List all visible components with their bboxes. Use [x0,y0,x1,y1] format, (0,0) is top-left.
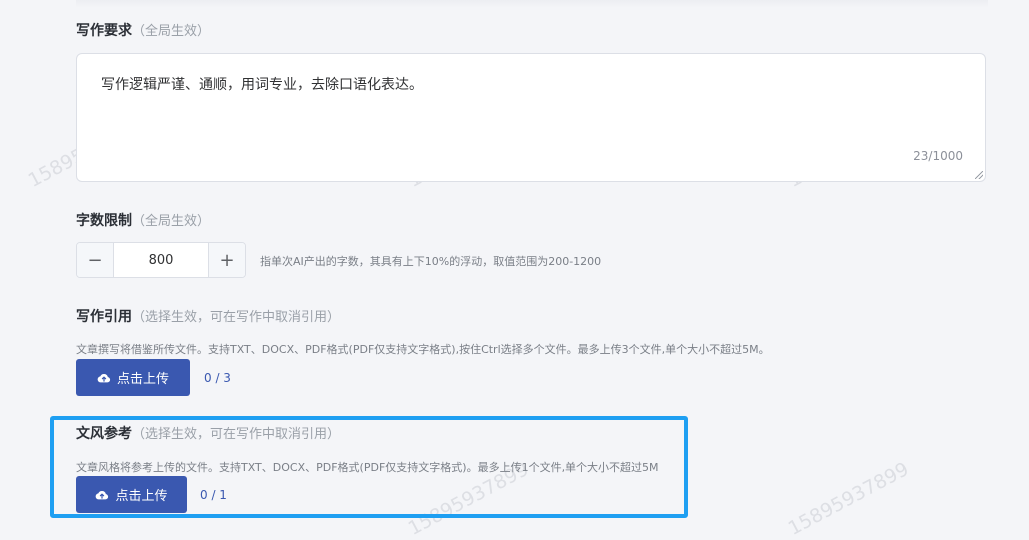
writing-requirements-label: 写作要求 [76,23,132,39]
writing-reference-description: 文章撰写将借鉴所传文件。支持TXT、DOCX、PDF格式(PDF仅支持文字格式)… [76,343,770,356]
word-limit-title: 字数限制（全局生效） [76,211,210,232]
upload-button-label: 点击上传 [115,489,168,504]
watermark: 15895937899 [784,458,913,540]
increment-button[interactable]: + [208,243,245,277]
char-count: 23/1000 [913,149,963,163]
style-reference-description: 文章风格将参考上传的文件。支持TXT、DOCX、PDF格式(PDF仅支持文字格式… [76,461,659,474]
top-fade [76,0,988,8]
word-limit-stepper: − + [76,242,246,278]
writing-reference-label: 写作引用 [76,309,132,325]
style-reference-file-count: 0 / 1 [200,488,227,502]
writing-reference-hint: （选择生效，可在写作中取消引用） [132,310,341,325]
word-limit-hint: （全局生效） [132,214,211,229]
decrement-button[interactable]: − [77,243,114,277]
writing-reference-upload-button[interactable]: 点击上传 [76,359,190,396]
cloud-upload-icon [97,373,111,382]
cloud-upload-icon [96,490,109,499]
writing-requirements-textarea[interactable]: 写作逻辑严谨、通顺，用词专业，去除口语化表达。 23/1000 [76,53,986,182]
style-reference-title: 文风参考（选择生效，可在写作中取消引用） [76,424,340,445]
upload-button-label: 点击上传 [116,372,169,387]
style-reference-hint: （选择生效，可在写作中取消引用） [132,427,341,442]
writing-requirements-hint: （全局生效） [132,24,211,39]
word-limit-label: 字数限制 [76,213,132,229]
writing-requirements-title: 写作要求（全局生效） [76,21,210,42]
writing-requirements-text[interactable]: 写作逻辑严谨、通顺，用词专业，去除口语化表达。 [101,74,423,94]
style-reference-upload-button[interactable]: 点击上传 [76,476,187,513]
word-limit-input[interactable] [114,243,208,277]
writing-reference-file-count: 0 / 3 [204,371,231,385]
style-reference-label: 文风参考 [76,426,132,442]
resize-handle-icon[interactable] [975,171,983,179]
writing-reference-title: 写作引用（选择生效，可在写作中取消引用） [76,307,340,328]
word-limit-description: 指单次AI产出的字数，其具有上下10%的浮动，取值范围为200-1200 [260,255,602,268]
